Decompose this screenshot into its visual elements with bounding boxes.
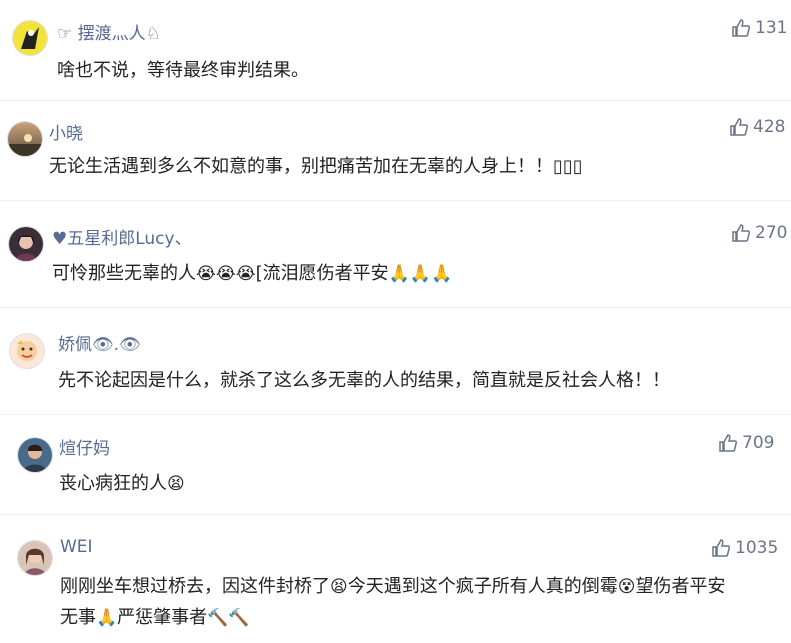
praying-hands-icon: 🙏 xyxy=(96,607,118,628)
like-count: 270 xyxy=(755,223,788,243)
praying-hands-icon: 🙏 xyxy=(409,263,431,284)
comment-text-part: [流泪愿伤者平安 xyxy=(255,263,389,284)
thumbs-up-icon xyxy=(729,117,749,137)
like-button[interactable]: 1035 xyxy=(711,538,778,558)
like-button[interactable]: 270 xyxy=(731,223,787,243)
divider xyxy=(0,307,791,308)
avatar[interactable] xyxy=(17,540,53,576)
comment-text-part: 刚刚坐车想过桥去，因这件封桥了 xyxy=(60,576,330,597)
like-count: 428 xyxy=(753,117,786,137)
crying-emoji-icon: 😭 xyxy=(235,263,256,284)
username[interactable]: 娇佩👁.👁 xyxy=(58,330,141,355)
comment-text-part: 今天遇到这个疯子所有人真的倒霉 xyxy=(347,576,618,597)
like-count: 1035 xyxy=(735,538,779,558)
like-button[interactable]: 131 xyxy=(731,18,787,38)
avatar[interactable] xyxy=(7,121,43,157)
like-count: 709 xyxy=(742,433,775,453)
comment-text: 啥也不说，等待最终审判结果。 xyxy=(57,60,309,81)
comment-text: 无论生活遇到多么不如意的事，别把痛苦加在无辜的人身上！！▯▯▯ xyxy=(49,156,583,177)
username[interactable]: ☞ 摆渡灬人♘ xyxy=(57,19,161,44)
comment-text-part: 无事 xyxy=(60,607,96,628)
like-count: 131 xyxy=(755,18,788,38)
comment-text-part: 可怜那些无辜的人 xyxy=(52,263,196,284)
thumbs-up-icon xyxy=(731,223,751,243)
crying-emoji-icon: 😭 xyxy=(196,263,216,284)
thumbs-up-icon xyxy=(718,433,738,453)
username[interactable]: ♥五星利郎Lucy、 xyxy=(52,224,192,249)
like-button[interactable]: 428 xyxy=(729,117,785,137)
divider xyxy=(0,414,791,415)
comment-text: 刚刚坐车想过桥去，因这件封桥了😫今天遇到这个疯子所有人真的倒霉😵望伤者平安 xyxy=(60,572,725,598)
username[interactable]: 小晓 xyxy=(49,119,83,144)
praying-hands-icon: 🙏 xyxy=(431,263,453,284)
comment-text-line2: 无事🙏严惩肇事者🔨🔨 xyxy=(60,603,250,629)
angry-emoji-icon: 😫 xyxy=(167,473,185,494)
comment-text-part: 丧心病狂的人 xyxy=(59,473,167,494)
comment-text: 先不论起因是什么，就杀了这么多无辜的人的结果，简直就是反社会人格！！ xyxy=(58,370,670,391)
username[interactable]: WEI xyxy=(60,537,93,557)
avatar[interactable] xyxy=(8,226,44,262)
comment-text-part: 望伤者平安 xyxy=(635,576,726,597)
divider xyxy=(0,100,791,101)
praying-hands-icon: 🙏 xyxy=(388,263,410,284)
comment-text: 丧心病狂的人😫 xyxy=(59,469,185,495)
dizzy-emoji-icon: 😵 xyxy=(617,576,636,597)
avatar[interactable] xyxy=(9,333,45,369)
angry-emoji-icon: 😫 xyxy=(330,576,348,597)
hammer-icon: 🔨 xyxy=(228,607,250,628)
avatar[interactable] xyxy=(12,20,48,56)
avatar[interactable] xyxy=(17,437,53,473)
like-button[interactable]: 709 xyxy=(718,433,774,453)
divider xyxy=(0,514,791,515)
comment-text: 可怜那些无辜的人😭😭😭[流泪愿伤者平安🙏🙏🙏 xyxy=(52,259,452,285)
comment-text-part: 严惩肇事者 xyxy=(117,607,208,628)
judge-hammer-icon: 🔨 xyxy=(207,607,229,628)
thumbs-up-icon xyxy=(731,18,751,38)
crying-emoji-icon: 😭 xyxy=(215,263,236,284)
thumbs-up-icon xyxy=(711,538,731,558)
divider xyxy=(0,200,791,201)
username[interactable]: 煊仔妈 xyxy=(59,434,110,459)
